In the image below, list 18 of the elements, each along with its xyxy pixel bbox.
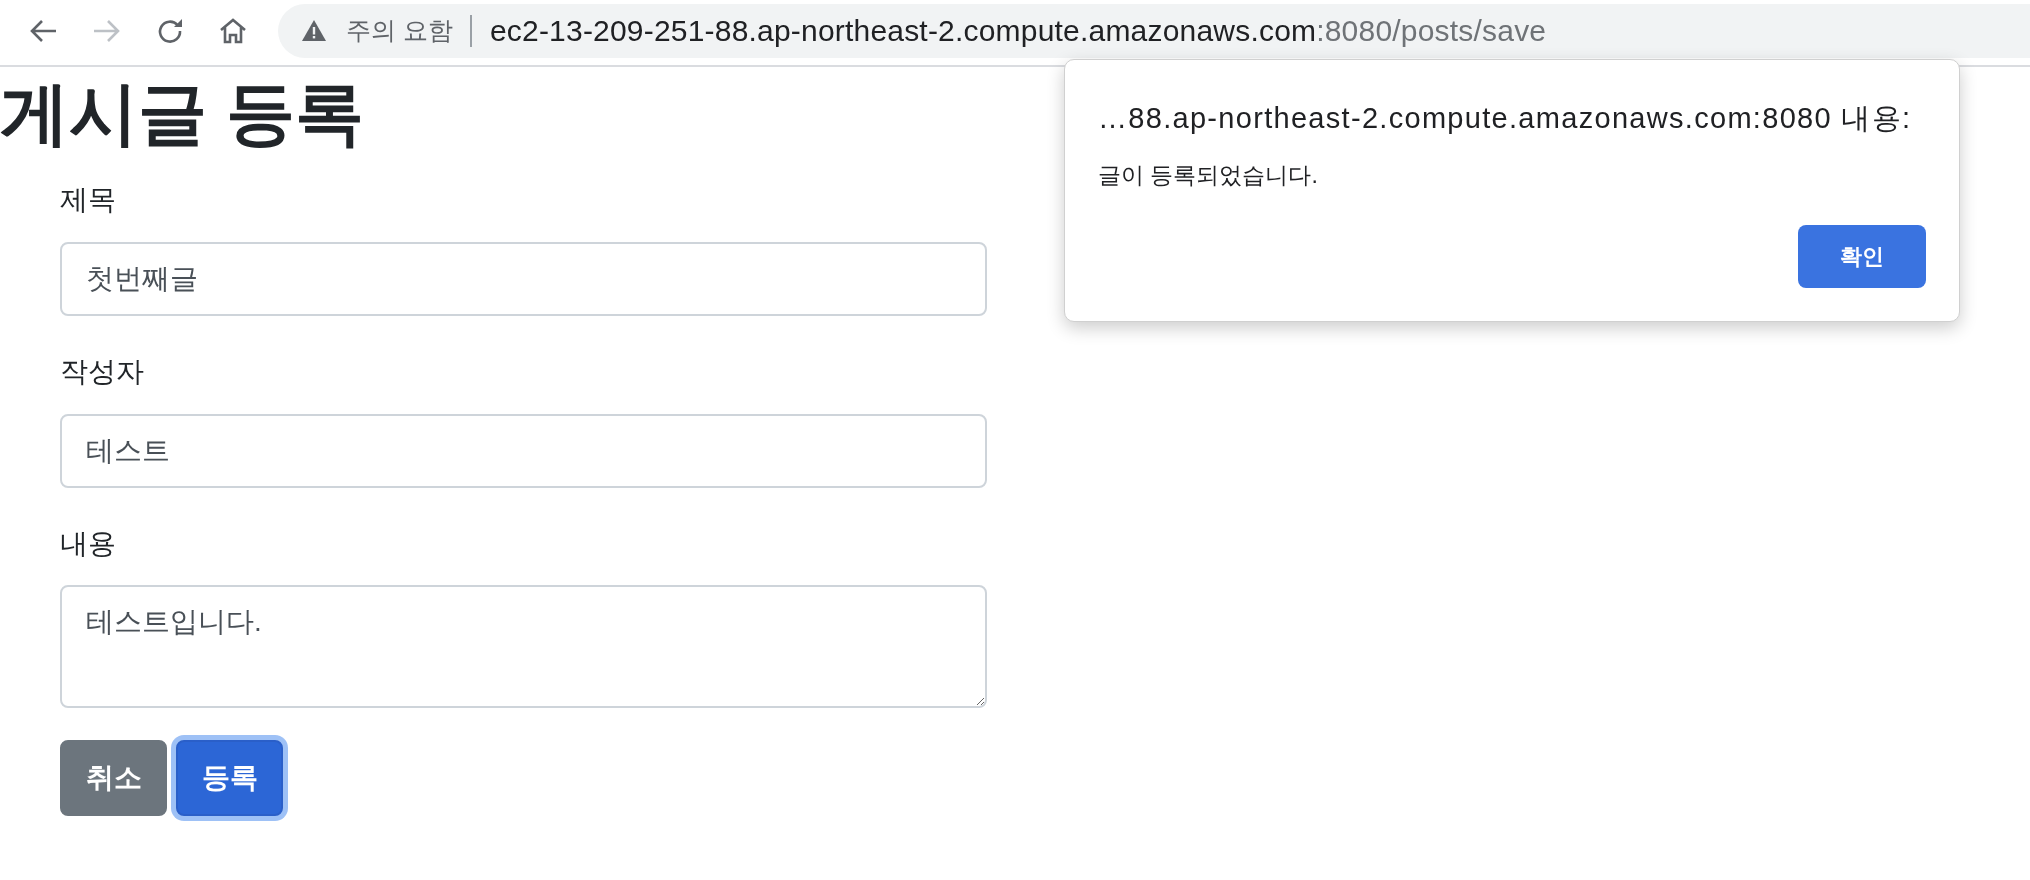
home-icon[interactable] bbox=[219, 17, 247, 44]
field-label: 제목 bbox=[60, 183, 116, 217]
confirm-button[interactable]: 확인 bbox=[1798, 225, 1926, 288]
warning-icon bbox=[302, 20, 326, 41]
security-chip[interactable]: 주의 요함 bbox=[302, 11, 453, 50]
back-arrow-icon[interactable] bbox=[29, 18, 57, 43]
text-input-field[interactable]: 테스트 bbox=[60, 414, 987, 488]
field-label: 작성자 bbox=[60, 355, 144, 389]
dialog-title: …88.ap-northeast-2.compute.amazonaws.com:8080 내용: bbox=[1098, 101, 1912, 136]
cancel-button[interactable]: 취소 bbox=[60, 740, 167, 816]
text-input-field[interactable]: 첫번째글 bbox=[60, 242, 987, 316]
address-bar[interactable]: 주의 요함 ec2-13-209-251-88.ap-northeast-2.compute.amazonaws.com:8080/posts/save bbox=[278, 3, 2030, 58]
field-label: 내용 bbox=[60, 527, 116, 561]
textarea-field[interactable]: 테스트입니다. bbox=[60, 585, 987, 708]
url-text: ec2-13-209-251-88.ap-northeast-2.compute.amazonaws.com:8080/posts/save bbox=[489, 13, 1547, 49]
reload-icon[interactable] bbox=[157, 17, 183, 44]
page-title: 게시글 등록 bbox=[0, 74, 365, 154]
dialog-message: 글이 등록되었습니다. bbox=[1098, 161, 1318, 190]
